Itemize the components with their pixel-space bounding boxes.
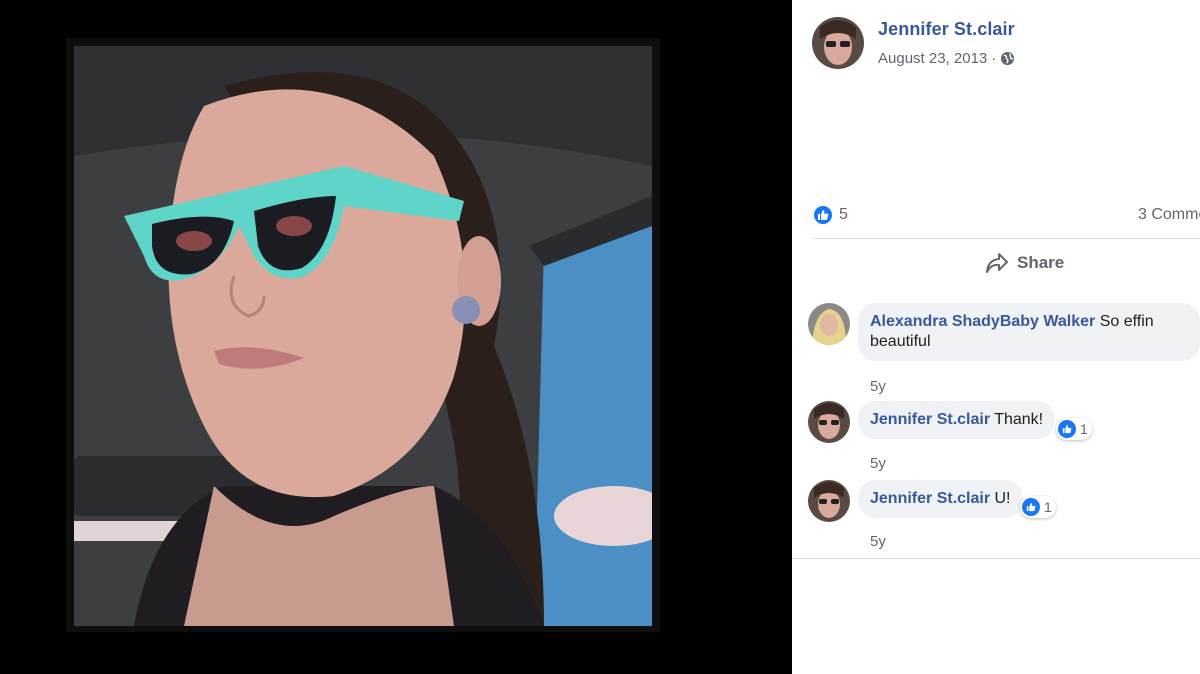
post-header: Jennifer St.clair August 23, 2013 ·	[812, 17, 1200, 69]
comment-time[interactable]: 5y	[870, 533, 886, 550]
comment-reaction-count: 1	[1080, 421, 1088, 437]
like-icon	[1022, 498, 1040, 516]
like-icon[interactable]	[812, 204, 834, 226]
share-arrow-icon	[986, 253, 1008, 273]
comment-reaction-count: 1	[1044, 499, 1052, 515]
comment-reaction-badge[interactable]: 1	[1020, 496, 1056, 518]
author-name-link[interactable]: Jennifer St.clair	[878, 19, 1015, 40]
reactions-summary: 5 3 Comments	[812, 203, 1200, 227]
globe-icon[interactable]	[1000, 51, 1015, 66]
post-photo[interactable]	[74, 46, 652, 626]
comment-text: U!	[994, 490, 1011, 507]
comment-time[interactable]: 5y	[870, 378, 886, 395]
photo-viewer	[0, 0, 792, 674]
comment-bubble: Jennifer St.clair U!	[858, 480, 1023, 518]
comment-bubble: Jennifer St.clair Thank!	[858, 401, 1056, 439]
post-meta: August 23, 2013 ·	[878, 50, 1015, 67]
comment-time[interactable]: 5y	[870, 455, 886, 472]
meta-separator: ·	[991, 50, 997, 67]
comments-count-link[interactable]: 3 Comments	[1138, 206, 1200, 224]
commenter-avatar[interactable]	[808, 303, 850, 345]
author-avatar[interactable]	[812, 17, 864, 69]
comment-reaction-badge[interactable]: 1	[1056, 418, 1092, 440]
post-date[interactable]: August 23, 2013	[878, 50, 987, 67]
like-icon	[1058, 420, 1076, 438]
reaction-count[interactable]: 5	[839, 206, 848, 224]
comment-author-link[interactable]: Jennifer St.clair	[870, 490, 990, 507]
share-button[interactable]: Share	[985, 252, 1064, 274]
comment-text: Thank!	[994, 411, 1044, 428]
comment-author-link[interactable]: Jennifer St.clair	[870, 411, 990, 428]
divider	[792, 558, 1200, 559]
comment-author-link[interactable]: Alexandra ShadyBaby Walker	[870, 313, 1095, 330]
comment-bubble: Alexandra ShadyBaby Walker So effin beau…	[858, 303, 1200, 361]
photo-frame	[66, 38, 660, 632]
divider	[812, 238, 1200, 239]
comments-list: Alexandra ShadyBaby Walker So effin beau…	[792, 292, 1200, 560]
commenter-avatar[interactable]	[808, 401, 850, 443]
post-panel: Jennifer St.clair August 23, 2013 · 5 3 …	[792, 0, 1200, 674]
share-label: Share	[1017, 253, 1065, 272]
commenter-avatar[interactable]	[808, 480, 850, 522]
